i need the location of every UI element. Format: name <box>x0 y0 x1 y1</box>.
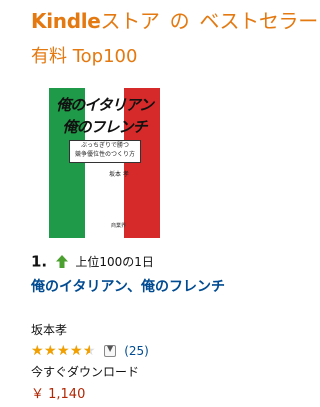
chevron-down-icon[interactable]: ▼ <box>104 344 117 357</box>
cover-title-line2: 俺のフレンチ <box>62 118 147 136</box>
title-no: の <box>169 9 190 33</box>
cover-subtitle-box: ぶっちぎりで勝つ 競争優位性のつくり方 <box>69 140 141 163</box>
star-fill: ★ <box>44 343 57 358</box>
cover-box-line2: 競争優位性のつくり方 <box>74 151 135 158</box>
cover-author: 坂本 孝 <box>109 171 129 178</box>
star-icon: ★ ★ <box>31 342 44 359</box>
up-arrow-icon <box>56 255 69 268</box>
cover-title-line1: 俺のイタリアン <box>56 96 154 114</box>
star-fill: ★ <box>70 343 83 358</box>
book-title-link[interactable]: 俺のイタリアン、俺のフレンチ <box>31 278 226 297</box>
rank-number: 1. <box>31 252 48 271</box>
rank-note: 上位100の1日 <box>75 255 154 269</box>
star-fill: ★ <box>57 343 70 358</box>
cover-box-line1: ぶっちぎりで勝つ <box>80 142 129 149</box>
title-store: ストア <box>100 9 160 33</box>
star-icon: ★ ★ <box>83 342 96 359</box>
rank-row: 1. 上位100の1日 <box>31 251 154 271</box>
title-best: ベストセラー <box>199 9 318 33</box>
star-fill: ★ <box>31 343 44 358</box>
author-name: 坂本孝 <box>31 323 68 337</box>
star-icon: ★ ★ <box>57 342 70 359</box>
star-icon: ★ ★ <box>70 342 83 359</box>
page-title: Kindleストアのベストセラー <box>31 5 318 34</box>
review-count-link[interactable]: (25) <box>124 344 149 358</box>
rating-row[interactable]: ★ ★ ★ ★ ★ ★ ★ ★ ★ ★ ▼ (25) <box>31 340 149 359</box>
page-subtitle: 有料 Top100 <box>31 46 138 67</box>
star-icon: ★ ★ <box>44 342 57 359</box>
book-cover[interactable]: 俺のイタリアン 俺のフレンチ ぶっちぎりで勝つ 競争優位性のつくり方 坂本 孝 … <box>49 88 160 238</box>
star-fill: ★ <box>83 343 90 358</box>
title-brand: Kindle <box>31 9 101 33</box>
availability-text: 今すぐダウンロード <box>31 365 140 379</box>
star-rating[interactable]: ★ ★ ★ ★ ★ ★ ★ ★ ★ ★ <box>31 340 96 359</box>
cover-publisher: 商業界 <box>111 223 127 229</box>
price: ￥ 1,140 <box>31 387 86 402</box>
